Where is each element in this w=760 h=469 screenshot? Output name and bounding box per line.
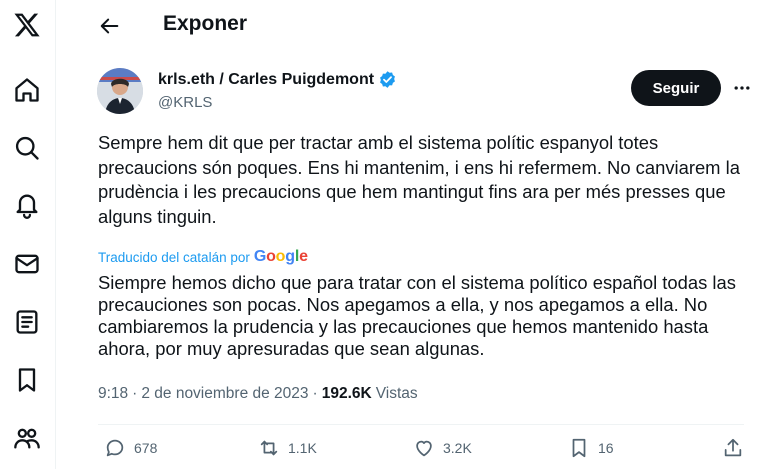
tweet-meta: 9:18 · 2 de noviembre de 2023 · 192.6K V… — [98, 385, 418, 403]
page-title: Exponer — [163, 12, 248, 35]
divider — [98, 424, 744, 425]
bookmark-count: 16 — [598, 440, 614, 456]
translated-from-label: Traducido del catalán por — [98, 249, 250, 265]
communities-people-icon[interactable] — [12, 423, 42, 453]
translation-attribution[interactable]: Traducido del catalán por Google — [98, 248, 308, 266]
arrow-left-icon — [100, 18, 119, 34]
views-count: 192.6K — [321, 385, 372, 402]
tweet-time[interactable]: 9:18 — [98, 385, 128, 403]
share-button[interactable] — [722, 437, 744, 459]
views-label: Vistas — [375, 385, 418, 402]
avatar[interactable] — [97, 68, 143, 114]
main-column: Exponer krls.eth / Carles Puigdemont @KR… — [78, 0, 760, 469]
follow-button[interactable]: Seguir — [631, 70, 721, 106]
reply-count: 678 — [134, 440, 158, 456]
verified-badge-icon — [380, 71, 396, 88]
search-icon[interactable] — [12, 133, 42, 163]
meta-separator: · — [132, 385, 138, 402]
page-header: Exponer — [78, 0, 760, 52]
x-logo-icon[interactable] — [12, 10, 42, 40]
google-logo: Google — [253, 248, 308, 265]
bookmark-icon — [572, 438, 586, 458]
messages-envelope-icon[interactable] — [12, 249, 42, 279]
repost-icon — [260, 440, 278, 456]
tweet-date[interactable]: 2 de noviembre de 2023 — [141, 385, 308, 403]
notifications-bell-icon[interactable] — [12, 190, 42, 220]
author-handle[interactable]: @KRLS — [158, 94, 212, 111]
tweet-text: Sempre hem dit que per tractar amb el si… — [98, 132, 740, 227]
tweet-actions: 678 1.1K 3.2K 16 — [98, 437, 748, 467]
translated-text: Siempre hemos dicho que para tratar con … — [98, 272, 736, 359]
author-row: krls.eth / Carles Puigdemont — [158, 70, 397, 89]
like-button[interactable]: 3.2K — [413, 437, 472, 459]
sidebar — [0, 0, 56, 469]
lists-document-icon[interactable] — [12, 307, 42, 337]
more-options-button[interactable] — [730, 76, 754, 100]
bookmark-button[interactable]: 16 — [568, 437, 614, 459]
repost-count: 1.1K — [288, 440, 317, 456]
bookmark-icon[interactable] — [12, 365, 42, 395]
author-name[interactable]: krls.eth / Carles Puigdemont — [158, 71, 374, 89]
back-button[interactable] — [94, 10, 126, 42]
reply-bubble-icon — [106, 439, 124, 457]
reply-button[interactable]: 678 — [104, 437, 157, 459]
home-icon[interactable] — [12, 75, 42, 105]
more-horizontal-icon — [734, 86, 750, 90]
like-count: 3.2K — [443, 440, 472, 456]
heart-icon — [416, 440, 432, 457]
meta-separator: · — [312, 385, 318, 402]
share-upload-icon — [724, 438, 742, 457]
repost-button[interactable]: 1.1K — [258, 437, 317, 459]
